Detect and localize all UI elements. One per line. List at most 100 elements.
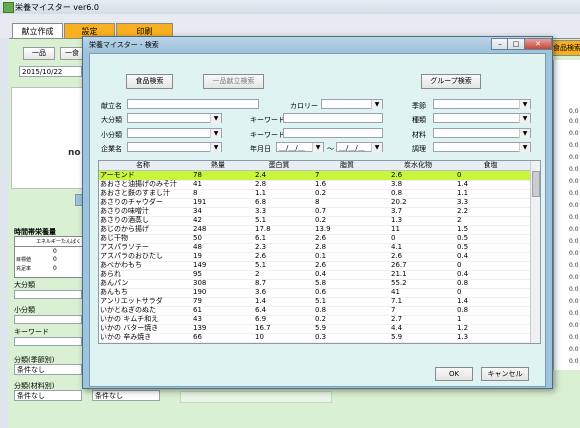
table-cell: 2.4 [255, 171, 267, 179]
ikkon-button[interactable]: 一食 [60, 47, 84, 60]
date-to-value: ＿/＿/＿ [339, 144, 365, 152]
kigyou-label: 企業名 [101, 145, 122, 153]
shoubunrui-label: 小分類 [14, 306, 35, 314]
table-cell: 0.7 [315, 207, 327, 215]
col-header-name[interactable]: 名称 [99, 161, 187, 170]
shoubunrui-select[interactable]: ▼ [127, 128, 222, 138]
table-cell: あじ干物 [100, 234, 128, 242]
table-row[interactable]: いかの 辛み焼き 66 10 0.3 5.9 1.3 [99, 333, 530, 343]
zairyou-select[interactable]: 条件なし [14, 390, 82, 401]
maximize-icon[interactable]: □ [507, 38, 525, 50]
right-number: 0.0 [569, 358, 579, 365]
extra-select[interactable]: 条件なし [92, 390, 160, 401]
table-cell: あおさと油揚げのみそ汁 [100, 180, 177, 188]
chouri-select[interactable]: ▼ [433, 142, 531, 152]
table-cell: 1.4 [457, 180, 469, 188]
table-cell: あんパン [100, 279, 129, 287]
keyword2-input[interactable] [283, 128, 383, 138]
table-scrollbar[interactable] [530, 161, 540, 343]
right-number: 0.0 [569, 154, 579, 161]
table-cell: アンリエットサラダ [100, 297, 163, 305]
shurui-select[interactable]: ▼ [433, 113, 531, 123]
right-number: 0.0 [569, 142, 579, 149]
daibunrui-select[interactable]: ▼ [127, 113, 222, 123]
table-cell: 79 [193, 297, 202, 305]
ippin-search-button[interactable]: 一品献立検索 [203, 74, 264, 89]
calorie-label: カロリー [290, 102, 318, 110]
tab-kondate[interactable]: 献立作成 [12, 23, 63, 39]
table-cell: 66 [193, 333, 202, 341]
table-cell: 95 [193, 270, 202, 278]
table-cell: 20.2 [391, 198, 407, 206]
right-number: 0.0 [569, 202, 579, 209]
table-cell: 5.1 [255, 216, 267, 224]
table-cell: 2.7 [391, 315, 403, 323]
zairyou-dialog-select[interactable]: ▼ [433, 128, 531, 138]
disabled-field [180, 391, 332, 403]
extra-value: 条件なし [95, 392, 123, 400]
table-cell: あおさと麩のすまし汁 [100, 189, 170, 197]
date-select[interactable]: 2015/10/22 [19, 66, 82, 77]
right-number: 0.0 [569, 286, 579, 293]
table-cell: 4.1 [391, 243, 403, 251]
nengappi-label: 年月日 [250, 145, 271, 153]
table-cell: 41 [391, 288, 400, 296]
table-cell: 11 [391, 225, 400, 233]
table-cell: いかの 辛み焼き [100, 333, 152, 341]
right-number: 0.0 [569, 118, 579, 125]
kigyou-select[interactable]: ▼ [127, 142, 222, 152]
table-cell: 2 [255, 270, 260, 278]
kisetsu-dialog-select[interactable]: ▼ [433, 99, 531, 109]
col-header-fat[interactable]: 脂質 [309, 161, 385, 170]
table-cell: 55.2 [391, 279, 407, 287]
group-search-button[interactable]: グループ検索 [421, 74, 481, 89]
right-number: 0.0 [569, 178, 579, 185]
calorie-select[interactable]: ▼ [321, 99, 383, 109]
col-header-protein[interactable]: 蛋白質 [249, 161, 309, 170]
table-cell: 6.4 [255, 306, 267, 314]
right-number: 0.0 [569, 238, 579, 245]
table-cell: 5.1 [255, 261, 267, 269]
table-cell: 41 [193, 180, 202, 188]
tilde-label: ～ [327, 145, 334, 153]
shoubunrui-field[interactable] [14, 315, 82, 324]
no-image-label: no [68, 148, 81, 158]
table-cell: 0.8 [315, 306, 327, 314]
date-from-select[interactable]: ＿/＿/＿ ▼ [276, 142, 324, 152]
table-cell: 1.6 [315, 180, 327, 188]
table-cell: 139 [193, 324, 207, 332]
keyword-field[interactable] [14, 337, 82, 346]
table-cell: 0 [457, 171, 462, 179]
col-header-carb[interactable]: 炭水化物 [385, 161, 451, 170]
ok-button[interactable]: OK [435, 367, 473, 381]
shokuhin-search-button[interactable]: 食品検索 [126, 74, 173, 89]
table-header: 名称 熱量 蛋白質 脂質 炭水化物 食塩 [99, 161, 530, 171]
table-cell: いかの バター焼き [100, 324, 159, 332]
cancel-button[interactable]: キャンセル [481, 367, 529, 381]
table-cell: 191 [193, 198, 207, 206]
close-icon[interactable]: ✕ [524, 38, 552, 50]
keyword1-input[interactable] [283, 113, 383, 123]
col-header-energy[interactable]: 熱量 [187, 161, 249, 170]
table-cell: 2.6 [391, 252, 403, 260]
right-search-button[interactable]: 食品検索 [552, 40, 580, 56]
table-cell: 0 [457, 261, 462, 269]
dialog-title: 栄養マイスター - 検索 [89, 41, 159, 49]
table-cell: 7.1 [391, 297, 403, 305]
table-cell: 1 [457, 315, 462, 323]
right-number: 0.0 [569, 322, 579, 329]
col-header-salt[interactable]: 食塩 [451, 161, 530, 170]
right-scrollbar[interactable] [553, 372, 580, 380]
scroll-thumb[interactable] [532, 171, 540, 197]
table-cell: 21.1 [391, 270, 407, 278]
daibunrui-field[interactable] [14, 290, 82, 299]
table-cell: 3.6 [255, 288, 267, 296]
table-cell: 43 [193, 315, 202, 323]
date-to-select[interactable]: ＿/＿/＿ ▼ [336, 142, 383, 152]
kondate-input[interactable] [127, 99, 259, 109]
kisetsu-select[interactable]: 条件なし [14, 364, 82, 375]
ippin-button[interactable]: 一品 [23, 47, 55, 60]
right-number: 0.0 [569, 262, 579, 269]
table-cell: 5.9 [315, 324, 327, 332]
table-cell: 4.4 [391, 324, 403, 332]
